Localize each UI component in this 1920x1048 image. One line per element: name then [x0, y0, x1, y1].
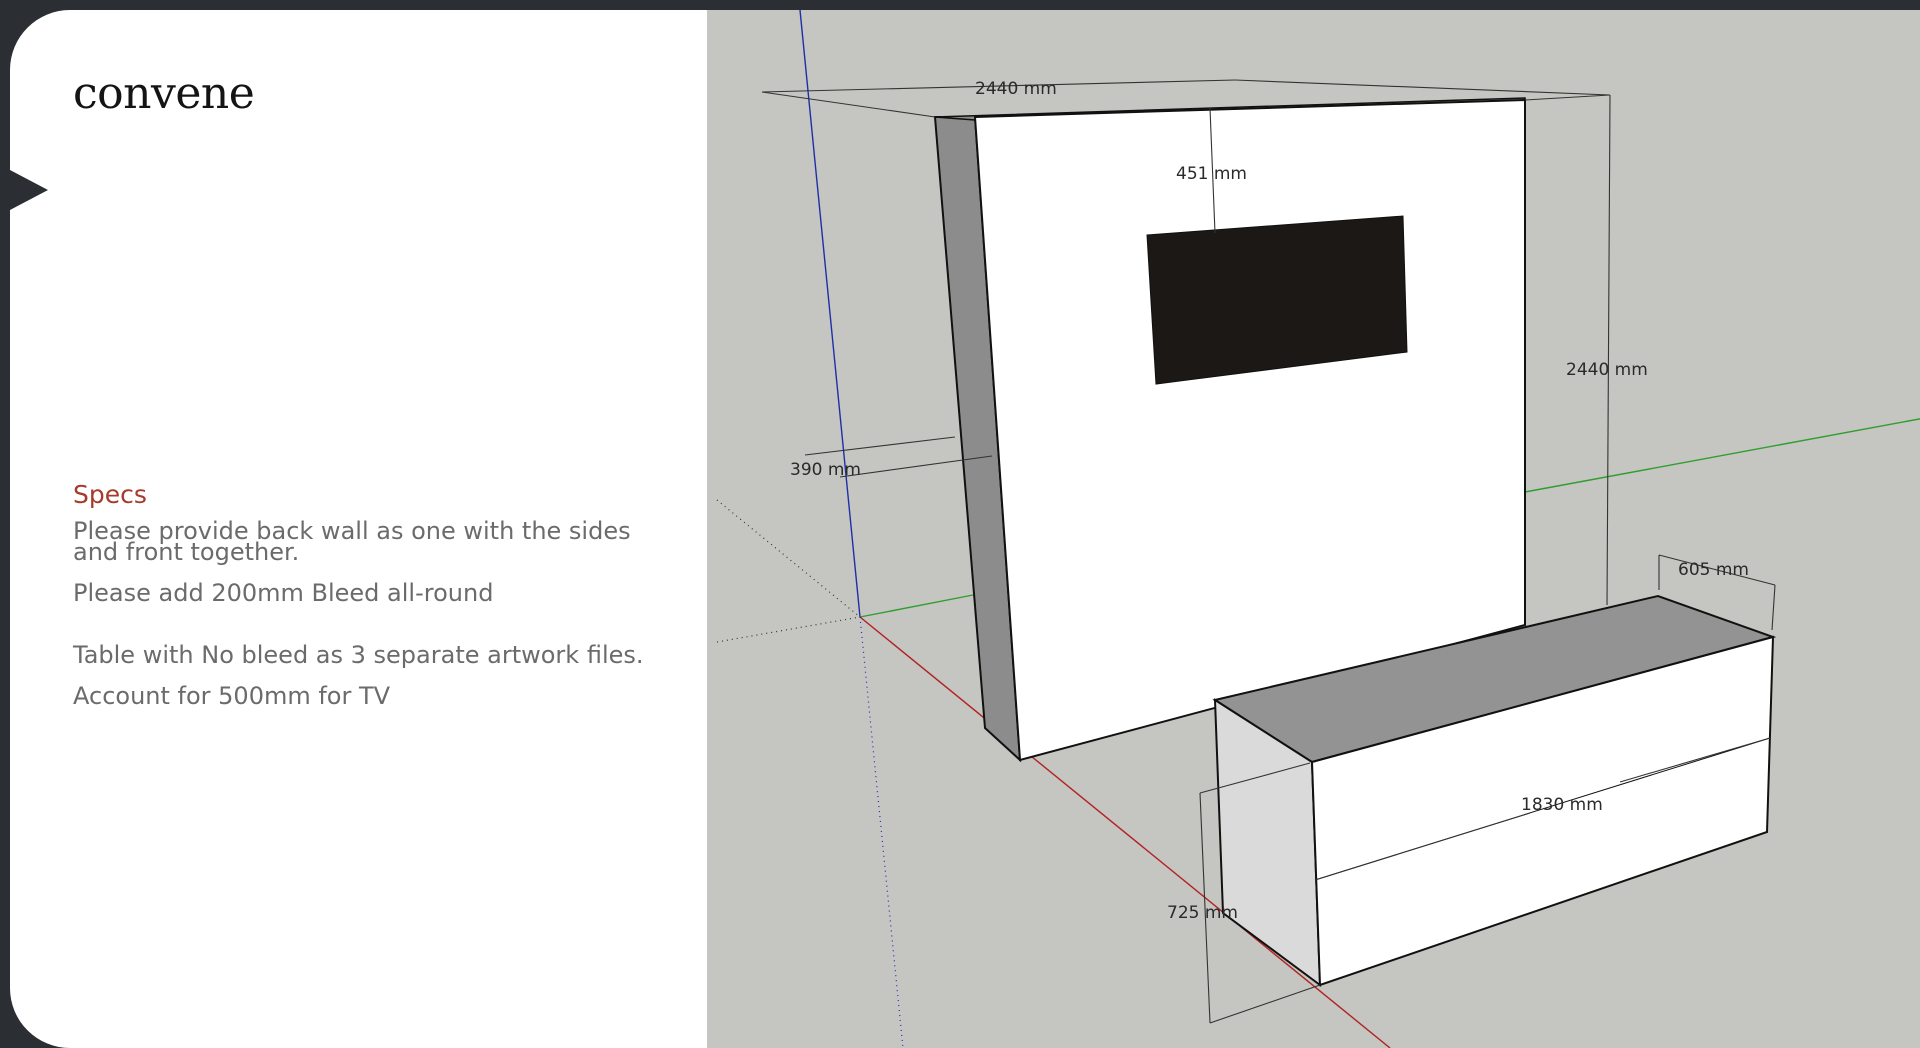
dimension-label-wall-width: 2440 mm	[975, 79, 1057, 99]
presentation-slide: convene Specs Please provide back wall a…	[10, 10, 1920, 1048]
dimension-label-table-height: 725 mm	[1167, 903, 1238, 923]
brand-logo: convene	[73, 68, 255, 119]
dimension-label-wall-depth: 390 mm	[790, 460, 861, 480]
axis-green-left	[859, 594, 974, 618]
specs-title: Specs	[73, 480, 147, 509]
spec-item: Account for 500mm for TV	[73, 682, 391, 710]
dimension-label-wall-height: 2440 mm	[1566, 360, 1648, 380]
dimension-label-table-depth: 605 mm	[1678, 560, 1749, 580]
spec-item: Table with No bleed as 3 separate artwor…	[73, 641, 644, 669]
axis-dotted-x	[716, 616, 861, 643]
axis-dotted-z	[859, 616, 904, 1048]
dimension-label-table-length: 1830 mm	[1521, 795, 1603, 815]
3d-model-viewport[interactable]: 2440 mm 451 mm 2440 mm 390 mm 605 mm 183…	[707, 10, 1920, 1048]
dimension-label-tv-offset: 451 mm	[1176, 164, 1247, 184]
spec-item: Please add 200mm Bleed all-round	[73, 579, 494, 607]
axis-blue	[799, 10, 861, 618]
spec-item: Please provide back wall as one with the…	[73, 517, 631, 566]
specs-panel: Specs Please provide back wall as one wi…	[73, 480, 673, 710]
axis-dotted-y	[716, 499, 861, 618]
axis-green-right	[1524, 418, 1920, 493]
slide-notch	[10, 170, 48, 210]
